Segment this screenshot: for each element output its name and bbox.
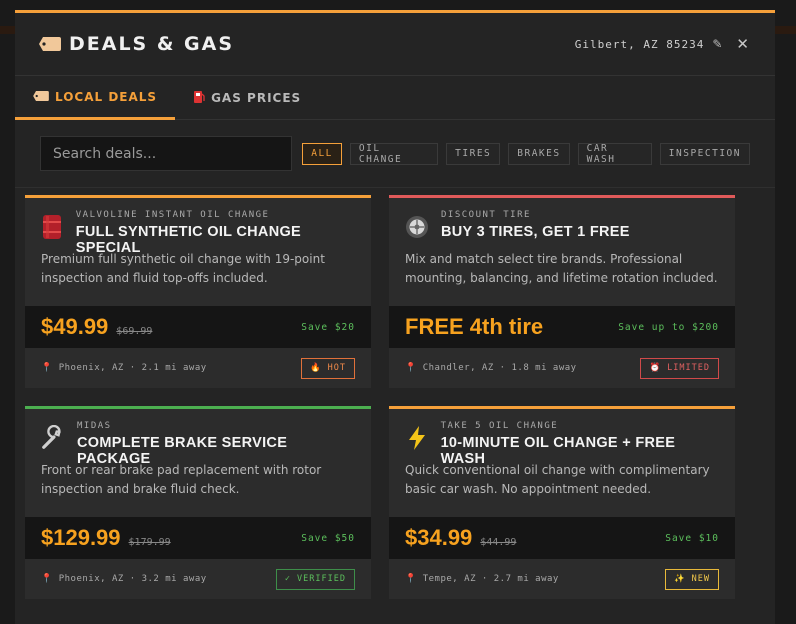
wrench-icon <box>41 424 65 452</box>
deal-savings: Save $20 <box>301 321 355 333</box>
deal-price: FREE 4th tire <box>405 314 544 339</box>
pin-icon: 📍 <box>405 363 417 373</box>
deals-grid: VALVOLINE INSTANT OIL CHANGE FULL SYNTHE… <box>25 195 735 599</box>
deal-savings: Save $50 <box>301 532 355 544</box>
oil-barrel-icon <box>41 213 64 241</box>
tab-bar: LOCAL DEALS GAS PRICES <box>15 76 775 120</box>
tab-label: LOCAL DEALS <box>55 89 158 104</box>
deal-description: Mix and match select tire brands. Profes… <box>405 252 718 285</box>
deal-footer: 📍 Chandler, AZ · 1.8 mi away ⏰ LIMITED <box>389 348 735 388</box>
price-bar: $129.99 $179.99 Save $50 <box>25 517 371 559</box>
deal-footer: 📍 Tempe, AZ · 2.7 mi away ✨ NEW <box>389 559 735 599</box>
search-input[interactable] <box>40 136 293 171</box>
deal-location: Chandler, AZ · 1.8 mi away <box>422 363 577 373</box>
tab-label: GAS PRICES <box>211 91 302 105</box>
deal-old-price: $69.99 <box>116 326 153 337</box>
deal-vendor: TAKE 5 OIL CHANGE <box>440 421 559 431</box>
tab-local-deals[interactable]: LOCAL DEALS <box>15 76 176 120</box>
new-badge: ✨ NEW <box>664 568 719 590</box>
fuel-pump-icon <box>193 90 205 107</box>
pin-icon: 📍 <box>41 363 53 373</box>
deal-description: Premium full synthetic oil change with 1… <box>41 252 325 285</box>
filter-chip-oil-change[interactable]: OIL CHANGE <box>349 142 439 165</box>
deal-footer: 📍 Phoenix, AZ · 2.1 mi away 🔥 HOT <box>25 348 371 388</box>
filter-bar: ALL OIL CHANGE TIRES BRAKES CAR WASH INS… <box>15 120 775 188</box>
deal-savings: Save $10 <box>665 532 719 544</box>
verified-badge: ✓ VERIFIED <box>275 568 355 590</box>
filter-chip-brakes[interactable]: BRAKES <box>508 142 570 165</box>
deal-footer: 📍 Phoenix, AZ · 3.2 mi away ✓ VERIFIED <box>25 559 371 599</box>
deal-location: Phoenix, AZ · 2.1 mi away <box>58 363 207 373</box>
tag-icon <box>39 37 61 51</box>
deal-card[interactable]: DISCOUNT TIRE BUY 3 TIRES, GET 1 FREE Mi… <box>389 195 735 388</box>
pencil-icon[interactable]: ✎ <box>712 37 722 51</box>
deal-header: MIDAS COMPLETE BRAKE SERVICE PACKAGE <box>25 409 371 467</box>
deal-description: Quick conventional oil change with compl… <box>405 463 710 496</box>
location-area: Gilbert, AZ 85234 ✎ ✕ <box>575 35 749 53</box>
deal-price: $34.99 <box>405 525 473 550</box>
deal-header: DISCOUNT TIRE BUY 3 TIRES, GET 1 FREE <box>389 198 735 250</box>
panel-header: DEALS & GAS Gilbert, AZ 85234 ✎ ✕ <box>15 13 775 76</box>
deal-card[interactable]: MIDAS COMPLETE BRAKE SERVICE PACKAGE Fro… <box>25 406 371 599</box>
deal-header: VALVOLINE INSTANT OIL CHANGE FULL SYNTHE… <box>25 198 371 256</box>
tab-gas-prices[interactable]: GAS PRICES <box>175 76 319 120</box>
deal-title: BUY 3 TIRES, GET 1 FREE <box>441 224 630 240</box>
deal-card[interactable]: VALVOLINE INSTANT OIL CHANGE FULL SYNTHE… <box>25 195 371 388</box>
price-bar: $49.99 $69.99 Save $20 <box>25 306 371 348</box>
lightning-icon <box>405 424 429 452</box>
deal-vendor: VALVOLINE INSTANT OIL CHANGE <box>75 210 270 220</box>
location-text: Gilbert, AZ 85234 <box>574 37 705 51</box>
filter-chips: ALL OIL CHANGE TIRES BRAKES CAR WASH INS… <box>302 142 750 165</box>
deal-description: Front or rear brake pad replacement with… <box>41 463 322 496</box>
deal-location: Tempe, AZ · 2.7 mi away <box>422 574 559 584</box>
deal-old-price: $179.99 <box>128 537 171 548</box>
filter-chip-inspection[interactable]: INSPECTION <box>659 142 750 165</box>
deal-header: TAKE 5 OIL CHANGE 10-MINUTE OIL CHANGE +… <box>389 409 735 467</box>
limited-badge: ⏰ LIMITED <box>640 357 719 379</box>
deal-vendor: MIDAS <box>77 421 112 431</box>
deal-vendor: DISCOUNT TIRE <box>441 210 531 220</box>
deal-price: $129.99 <box>41 525 121 550</box>
deal-price: $49.99 <box>41 314 109 339</box>
tag-icon <box>33 90 49 104</box>
filter-chip-tires[interactable]: TIRES <box>446 142 501 165</box>
deal-savings: Save up to $200 <box>618 321 719 333</box>
pin-icon: 📍 <box>405 574 417 584</box>
pin-icon: 📍 <box>41 574 53 584</box>
close-icon[interactable]: ✕ <box>736 35 749 53</box>
page-title: DEALS & GAS <box>69 33 235 55</box>
price-bar: FREE 4th tire Save up to $200 <box>389 306 735 348</box>
deal-location: Phoenix, AZ · 3.2 mi away <box>58 574 207 584</box>
tire-icon <box>405 213 429 241</box>
brand: DEALS & GAS <box>39 33 234 55</box>
deal-card[interactable]: TAKE 5 OIL CHANGE 10-MINUTE OIL CHANGE +… <box>389 406 735 599</box>
deal-old-price: $44.99 <box>480 537 517 548</box>
hot-badge: 🔥 HOT <box>300 357 355 379</box>
filter-chip-all[interactable]: ALL <box>302 142 342 165</box>
filter-chip-car-wash[interactable]: CAR WASH <box>577 142 652 165</box>
price-bar: $34.99 $44.99 Save $10 <box>389 517 735 559</box>
